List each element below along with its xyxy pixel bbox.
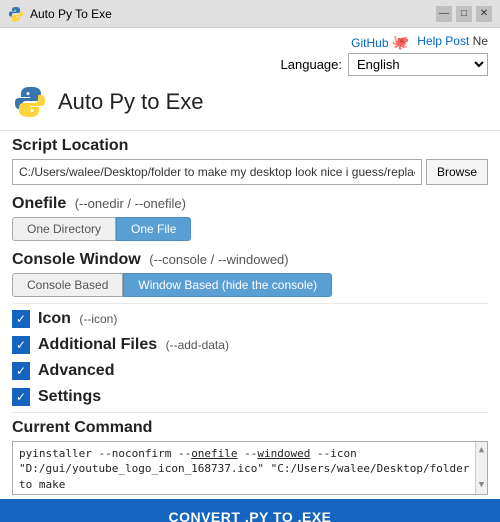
command-text: pyinstaller --noconfirm --onefile --wind… bbox=[19, 446, 481, 490]
current-command-section: Current Command pyinstaller --noconfirm … bbox=[0, 415, 500, 499]
icon-checkbox[interactable]: ✓ bbox=[12, 310, 30, 328]
close-button[interactable]: ✕ bbox=[476, 6, 492, 22]
window-based-button[interactable]: Window Based (hide the console) bbox=[123, 273, 332, 297]
browse-button[interactable]: Browse bbox=[426, 159, 488, 185]
app-title: Auto Py to Exe bbox=[58, 89, 204, 115]
console-toggle-group: Console Based Window Based (hide the con… bbox=[12, 273, 488, 297]
maximize-button[interactable]: □ bbox=[456, 6, 472, 22]
console-based-button[interactable]: Console Based bbox=[12, 273, 123, 297]
script-location-row: Browse bbox=[12, 159, 488, 185]
help-post-extra: Ne bbox=[473, 34, 488, 48]
title-bar-text: Auto Py To Exe bbox=[30, 7, 112, 21]
minimize-button[interactable]: — bbox=[436, 6, 452, 22]
additional-files-checkbox[interactable]: ✓ bbox=[12, 336, 30, 354]
script-location-input[interactable] bbox=[12, 159, 422, 185]
advanced-section: ✓ Advanced bbox=[0, 358, 500, 384]
title-bar-controls: — □ ✕ bbox=[436, 6, 492, 22]
console-window-subtitle: (--console / --windowed) bbox=[149, 252, 288, 267]
advanced-label: Advanced bbox=[38, 362, 114, 380]
icon-label: Icon (--icon) bbox=[38, 310, 117, 328]
additional-files-section: ✓ Additional Files (--add-data) bbox=[0, 332, 500, 358]
main-content: GitHub 🐙 Help Post Ne Language: English … bbox=[0, 28, 500, 522]
python-logo-icon bbox=[8, 6, 24, 22]
app-logo-icon bbox=[12, 84, 48, 120]
current-command-title: Current Command bbox=[12, 419, 488, 437]
command-scrollbar[interactable]: ▲ ▼ bbox=[475, 442, 487, 494]
top-right-area: GitHub 🐙 Help Post Ne bbox=[0, 28, 500, 51]
command-box: pyinstaller --noconfirm --onefile --wind… bbox=[12, 441, 488, 495]
convert-button[interactable]: CONVERT .PY TO .EXE bbox=[0, 499, 500, 522]
script-location-section: Script Location Browse bbox=[0, 133, 500, 189]
title-bar-left: Auto Py To Exe bbox=[8, 6, 112, 22]
icon-subtitle: (--icon) bbox=[79, 312, 117, 326]
github-label: GitHub bbox=[351, 36, 388, 50]
command-line-1: pyinstaller --noconfirm --onefile --wind… bbox=[19, 447, 357, 460]
icon-section: ✓ Icon (--icon) bbox=[0, 306, 500, 332]
language-row: Language: English Chinese French bbox=[0, 51, 500, 82]
script-location-title: Script Location bbox=[12, 137, 488, 155]
onefile-title: Onefile (--onedir / --onefile) bbox=[12, 195, 488, 213]
app-header: Auto Py to Exe bbox=[0, 82, 500, 128]
additional-files-label: Additional Files (--add-data) bbox=[38, 336, 229, 354]
settings-section: ✓ Settings bbox=[0, 384, 500, 410]
github-link[interactable]: GitHub 🐙 bbox=[351, 34, 409, 51]
title-bar: Auto Py To Exe — □ ✕ bbox=[0, 0, 500, 28]
help-post-link[interactable]: Help Post Ne bbox=[417, 34, 488, 51]
console-window-title: Console Window (--console / --windowed) bbox=[12, 251, 488, 269]
help-post-label: Help Post bbox=[417, 34, 469, 48]
console-window-section: Console Window (--console / --windowed) … bbox=[0, 247, 500, 301]
settings-checkbox[interactable]: ✓ bbox=[12, 388, 30, 406]
language-label: Language: bbox=[281, 57, 342, 72]
onefile-section: Onefile (--onedir / --onefile) One Direc… bbox=[0, 191, 500, 245]
onefile-toggle-group: One Directory One File bbox=[12, 217, 488, 241]
onefile-subtitle: (--onedir / --onefile) bbox=[75, 196, 186, 211]
github-icon: 🐙 bbox=[392, 34, 409, 50]
additional-files-subtitle: (--add-data) bbox=[166, 338, 229, 352]
advanced-checkbox[interactable]: ✓ bbox=[12, 362, 30, 380]
top-links: GitHub 🐙 Help Post Ne bbox=[351, 34, 488, 51]
settings-label: Settings bbox=[38, 388, 101, 406]
one-file-button[interactable]: One File bbox=[116, 217, 191, 241]
one-directory-button[interactable]: One Directory bbox=[12, 217, 116, 241]
language-select[interactable]: English Chinese French bbox=[348, 53, 488, 76]
command-line-2: "D:/gui/youtube_logo_icon_168737.ico" "C… bbox=[19, 462, 469, 490]
